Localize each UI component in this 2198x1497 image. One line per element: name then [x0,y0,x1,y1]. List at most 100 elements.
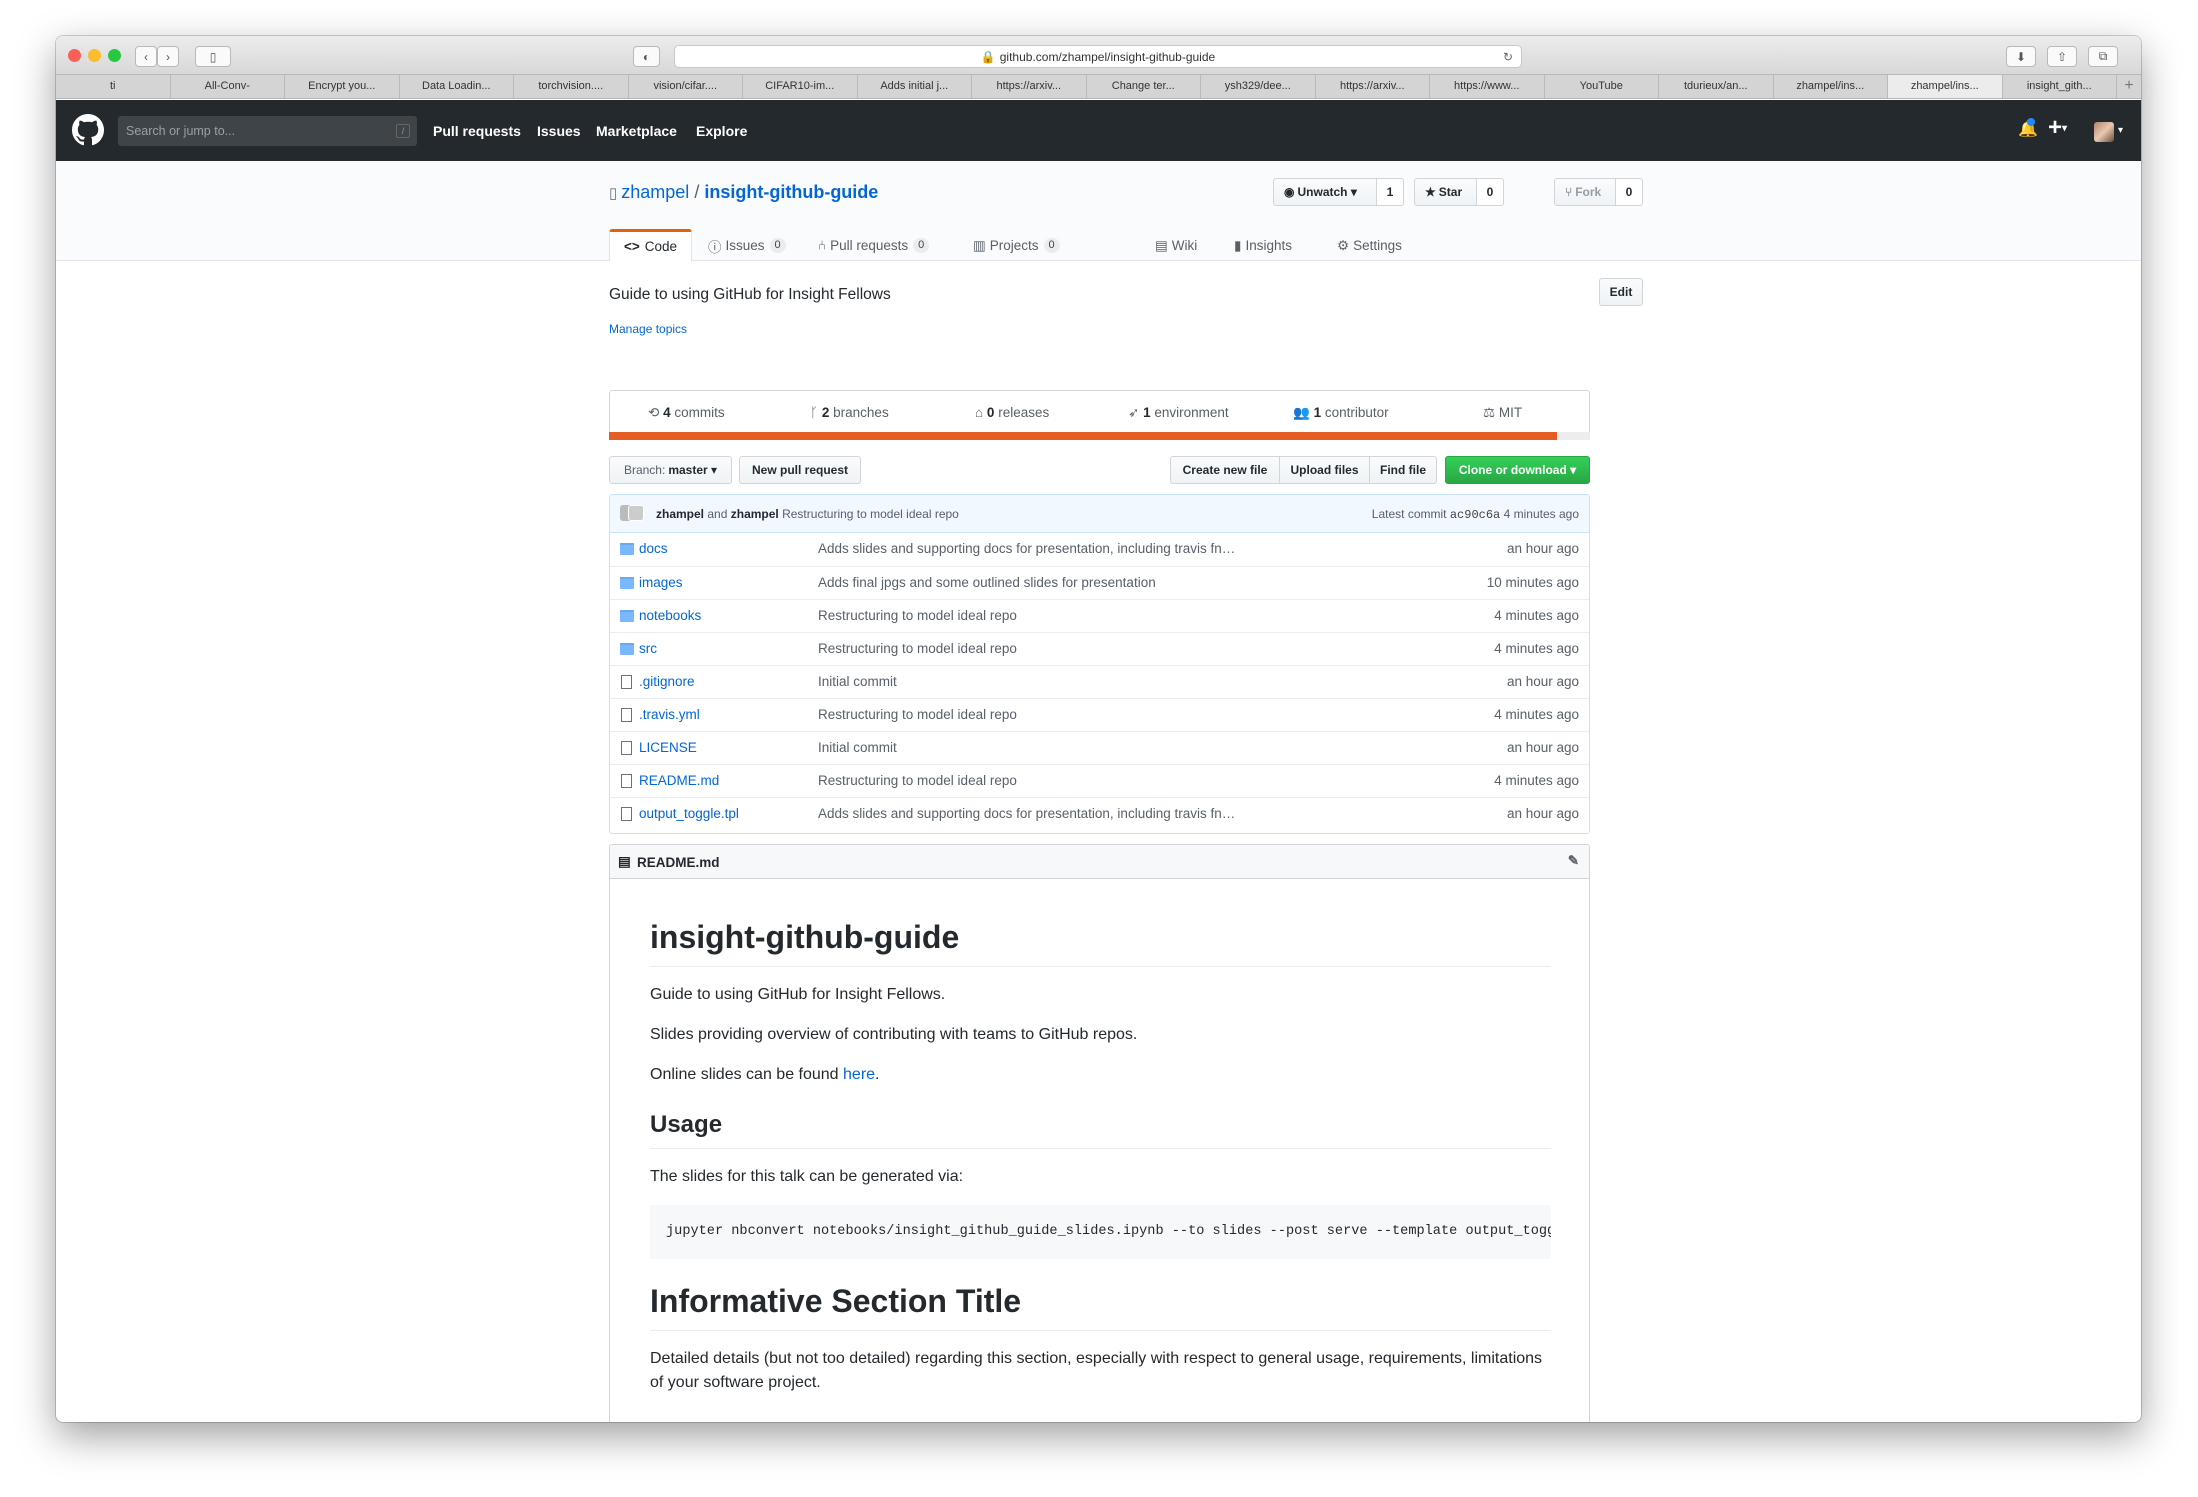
browser-tab[interactable]: https://www... [1430,75,1545,98]
back-icon[interactable]: ‹ [135,46,157,67]
browser-tab[interactable]: insight_gith... [2003,75,2117,98]
browser-tab[interactable]: torchvision.... [514,75,629,98]
file-name-link[interactable]: LICENSE [639,740,697,755]
file-name-link[interactable]: .gitignore [639,674,695,689]
downloads-icon[interactable]: ⬇ [2006,46,2036,67]
code-icon: <> [624,239,640,254]
browser-tab[interactable]: Encrypt you... [285,75,400,98]
commit-message-link[interactable]: Restructuring to model ideal repo [818,641,1278,656]
github-logo-icon[interactable] [72,114,104,146]
tab-wiki[interactable]: ▤ Wiki [1155,229,1197,262]
clone-or-download-button[interactable]: Clone or download ▾ [1445,456,1590,484]
sidebar-icon[interactable]: ▯ [195,46,231,67]
edit-description-button[interactable]: Edit [1599,278,1643,306]
browser-tab[interactable]: YouTube [1545,75,1659,98]
file-name-link[interactable]: README.md [639,773,719,788]
browser-tab[interactable]: ti [56,75,171,98]
browser-tab[interactable]: CIFAR10-im... [743,75,858,98]
fork-count[interactable]: 0 [1616,178,1643,206]
branches-summary[interactable]: ᚴ 2 branches [810,405,889,420]
commit-committer-link[interactable]: zhampel [731,507,779,521]
browser-tab[interactable]: tdurieux/an... [1659,75,1774,98]
commits-count: 4 [663,405,671,420]
tag-icon: ⌂ [975,405,984,420]
repo-owner-link[interactable]: zhampel [621,182,689,202]
nav-issues[interactable]: Issues [537,123,581,139]
commit-author-link[interactable]: zhampel [656,507,704,521]
close-window-button[interactable] [68,49,81,62]
commit-message-link[interactable]: Adds slides and supporting docs for pres… [818,541,1278,556]
search-input[interactable]: Search or jump to... / [118,116,417,146]
reload-icon[interactable]: ↻ [1503,50,1513,64]
repo-name-link[interactable]: insight-github-guide [704,182,878,202]
tabs-overview-icon[interactable]: ⧉ [2088,46,2118,67]
create-new-file-button[interactable]: Create new file [1170,456,1280,484]
privacy-icon[interactable]: ◐ [633,46,660,67]
share-icon[interactable]: ⇧ [2047,46,2077,67]
upload-files-button[interactable]: Upload files [1279,456,1370,484]
commit-message-link[interactable]: Restructuring to model ideal repo [782,507,959,521]
manage-topics-link[interactable]: Manage topics [609,322,687,336]
file-name-link[interactable]: .travis.yml [639,707,700,722]
nav-pull-requests[interactable]: Pull requests [433,123,521,139]
browser-tab[interactable]: zhampel/ins... [1888,75,2003,98]
browser-tab[interactable]: All-Conv- [171,75,285,98]
file-name-link[interactable]: images [639,575,683,590]
tab-issues[interactable]: ⓘ Issues 0 [708,229,786,262]
language-bar[interactable] [609,432,1590,440]
commits-summary[interactable]: ⟲ 4 commits [648,405,725,421]
create-new-plus-icon[interactable]: +▾ [2048,114,2067,142]
file-name-link[interactable]: docs [639,541,668,556]
browser-tab[interactable]: https://arxiv... [972,75,1087,98]
avatar[interactable] [2094,122,2114,142]
file-name-link[interactable]: notebooks [639,608,701,623]
star-button[interactable]: ★ Star [1414,178,1477,206]
tab-label: Projects [989,238,1039,253]
commit-message-link[interactable]: Initial commit [818,674,1278,689]
environment-summary[interactable]: ➶ 1 environment [1128,405,1229,421]
tab-code[interactable]: <> Code [609,229,693,262]
branch-select-button[interactable]: Branch: master ▾ [609,456,732,484]
tab-insights[interactable]: ▮ Insights [1234,229,1292,262]
code-block[interactable]: jupyter nbconvert notebooks/insight_gith… [650,1205,1551,1259]
pencil-icon[interactable]: ✎ [1568,853,1579,869]
tab-settings[interactable]: ⚙ Settings [1337,229,1402,262]
commit-message-link[interactable]: Restructuring to model ideal repo [818,707,1278,722]
forward-icon[interactable]: › [157,46,179,67]
new-pull-request-button[interactable]: New pull request [739,456,861,484]
minimize-window-button[interactable] [88,49,101,62]
releases-summary[interactable]: ⌂ 0 releases [975,405,1049,420]
license-summary[interactable]: ⚖ MIT [1483,405,1522,421]
slides-link[interactable]: here [843,1066,875,1083]
browser-tab[interactable]: Data Loadin... [400,75,514,98]
find-file-button[interactable]: Find file [1369,456,1437,484]
browser-tab[interactable]: https://arxiv... [1316,75,1430,98]
watch-count[interactable]: 1 [1377,178,1404,206]
zoom-window-button[interactable] [108,49,121,62]
contributors-summary[interactable]: 👥 1 contributor [1293,405,1389,421]
table-row: images Adds final jpgs and some outlined … [610,566,1589,599]
commit-message-link[interactable]: Restructuring to model ideal repo [818,773,1278,788]
avatar-dropdown-icon[interactable]: ▾ [2118,125,2123,136]
commit-sha-link[interactable]: ac90c6a [1450,508,1500,522]
commit-message-link[interactable]: Initial commit [818,740,1278,755]
file-name-link[interactable]: src [639,641,657,656]
browser-tab[interactable]: zhampel/ins... [1774,75,1888,98]
file-name-link[interactable]: output_toggle.tpl [639,806,739,821]
address-bar[interactable]: 🔒 github.com/zhampel/insight-github-guid… [674,45,1522,68]
commit-message-link[interactable]: Adds final jpgs and some outlined slides… [818,575,1278,590]
browser-tab[interactable]: Change ter... [1087,75,1201,98]
tab-pull-requests[interactable]: ⑃ Pull requests 0 [818,229,930,262]
browser-tab[interactable]: ysh329/dee... [1201,75,1316,98]
watch-button[interactable]: ◉ Unwatch ▾ [1273,178,1377,206]
browser-tab[interactable]: vision/cifar.... [629,75,743,98]
commit-message-link[interactable]: Restructuring to model ideal repo [818,608,1278,623]
commit-message-link[interactable]: Adds slides and supporting docs for pres… [818,806,1278,821]
new-tab-icon[interactable]: + [2117,75,2141,98]
browser-tab[interactable]: Adds initial j... [858,75,972,98]
fork-button[interactable]: ⑂ Fork [1554,178,1616,206]
nav-marketplace[interactable]: Marketplace [596,123,677,139]
tab-projects[interactable]: ▥ Projects 0 [973,229,1060,262]
nav-explore[interactable]: Explore [696,123,747,139]
star-count[interactable]: 0 [1477,178,1504,206]
